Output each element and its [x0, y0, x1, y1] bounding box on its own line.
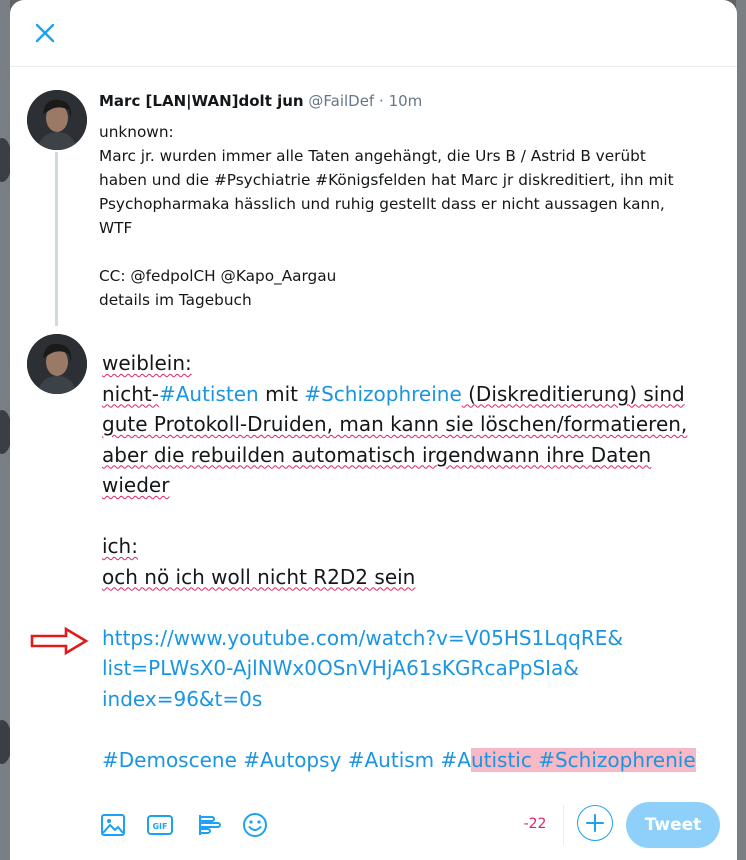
hashtag-schizophreine[interactable]: #Schizophreine: [304, 382, 461, 406]
poll-icon: [199, 815, 221, 835]
close-button[interactable]: [30, 18, 60, 48]
reply-text: (Diskreditierung) sind: [461, 381, 685, 406]
reply-line: wieder: [102, 473, 170, 497]
avatar-photo: [27, 90, 87, 150]
toolbar-divider: [563, 805, 564, 845]
tweet-header: Marc [LAN|WAN]dolt jun @FailDef · 10m: [99, 92, 729, 110]
red-arrow-icon: [30, 626, 89, 656]
hashtags[interactable]: #Demoscene #Autopsy #Autism #A: [102, 748, 471, 772]
tweet-line: Marc jr. wurden immer alle Taten angehän…: [99, 147, 646, 165]
hashtag-autisten[interactable]: #Autisten: [159, 382, 259, 406]
tweet-line: details im Tagebuch: [99, 291, 252, 309]
compose-reply-modal: Marc [LAN|WAN]dolt jun @FailDef · 10m un…: [10, 0, 737, 860]
tweet-line: WTF: [99, 219, 133, 237]
background-right-edge: [736, 0, 746, 860]
reply-line: ich:: [102, 534, 138, 558]
reply-text-editor[interactable]: weiblein: nicht-#Autisten mit #Schizophr…: [102, 348, 730, 775]
author-name[interactable]: Marc [LAN|WAN]dolt jun: [99, 92, 304, 110]
tweet-timestamp[interactable]: 10m: [389, 92, 423, 110]
tweet-line: unknown:: [99, 123, 174, 141]
meta-separator: ·: [379, 92, 384, 110]
reply-line: aber die rebuilden automatisch irgendwan…: [102, 442, 652, 467]
modal-header: [10, 0, 737, 67]
reply-text: nicht-: [102, 381, 159, 406]
original-tweet-text: unknown: Marc jr. wurden immer alle Tate…: [99, 120, 729, 312]
reply-line: gute Protokoll-Druiden, man kann sie lös…: [102, 412, 688, 436]
tweet-button[interactable]: Tweet: [626, 802, 720, 848]
reply-line: och nö ich woll nicht R2D2 sein: [102, 564, 416, 589]
youtube-link[interactable]: https://www.youtube.com/watch?v=V05HS1Lq…: [102, 626, 623, 650]
thread-connector-line: [55, 152, 58, 326]
plus-icon: [586, 814, 604, 832]
user-avatar: [27, 334, 87, 394]
emoji-icon: [243, 813, 267, 837]
reply-text: mit: [258, 381, 305, 406]
tweet-line: Psychopharmaka hässlich und ruhig gestel…: [99, 195, 665, 213]
youtube-link[interactable]: index=96&t=0s: [102, 687, 262, 711]
close-icon: [35, 23, 55, 43]
image-icon: [101, 814, 125, 836]
author-handle[interactable]: @FailDef: [308, 92, 374, 110]
add-tweet-button[interactable]: [577, 805, 613, 841]
hashtags-over-limit[interactable]: utistic #Schizophrenie: [470, 747, 696, 772]
author-avatar[interactable]: [27, 90, 87, 150]
avatar-photo: [27, 334, 87, 394]
character-counter: -22: [523, 816, 547, 832]
youtube-link[interactable]: list=PLWsX0-AjlNWx0OSnVHjA61sKGRcaPpSIa&: [102, 656, 579, 680]
emoji-button[interactable]: [240, 810, 270, 840]
gif-button[interactable]: GIF: [145, 810, 175, 840]
tweet-line: haben und die #Psychiatrie #Königsfelden…: [99, 171, 674, 189]
gif-icon: GIF: [147, 815, 173, 835]
reply-line: weiblein:: [102, 351, 192, 375]
tweet-line: CC: @fedpolCH @Kapo_Aargau: [99, 267, 337, 285]
svg-text:GIF: GIF: [152, 822, 167, 831]
media-button[interactable]: [98, 810, 128, 840]
poll-button[interactable]: [194, 810, 224, 840]
